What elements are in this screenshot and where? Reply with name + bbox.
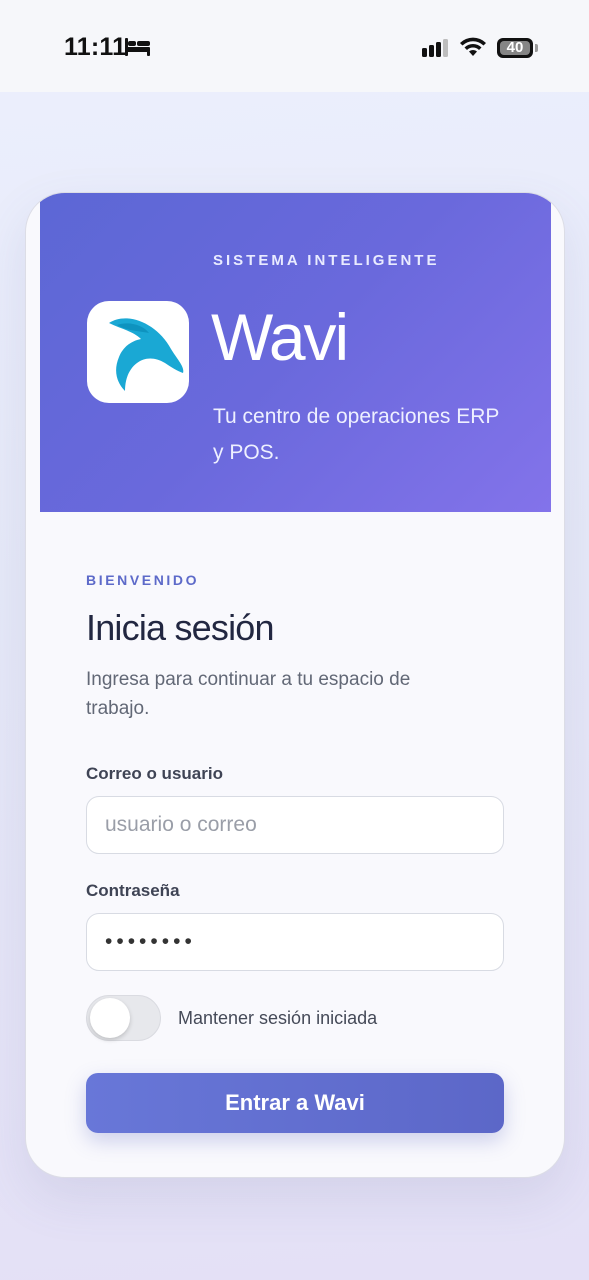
dolphin-logo-icon: [109, 318, 184, 391]
hero-eyebrow: SISTEMA INTELIGENTE: [213, 252, 440, 269]
battery-cap: [535, 44, 538, 52]
remember-toggle[interactable]: [86, 995, 161, 1041]
app-logo: [87, 301, 189, 403]
cellular-signal-icon: [422, 39, 448, 57]
welcome-eyebrow: BIENVENIDO: [86, 572, 200, 588]
hero-banner: SISTEMA INTELIGENTE Wavi Tu centro de op…: [40, 193, 551, 512]
bed-icon: [125, 38, 150, 56]
login-description: Ingresa para continuar a tu espacio de t…: [86, 669, 411, 719]
battery-level: 40: [506, 39, 524, 56]
hero-subtitle: Tu centro de operaciones ERP y POS.: [213, 405, 500, 464]
toggle-knob: [90, 998, 130, 1038]
login-card: SISTEMA INTELIGENTE Wavi Tu centro de op…: [25, 192, 565, 1178]
app-name: Wavi: [211, 300, 349, 374]
submit-button[interactable]: Entrar a Wavi: [86, 1073, 504, 1133]
password-field-label: Contraseña: [86, 881, 180, 900]
status-time: 11:11: [64, 33, 127, 61]
user-field-label: Correo o usuario: [86, 764, 223, 783]
page-title: Inicia sesión: [86, 607, 275, 648]
remember-label[interactable]: Mantener sesión iniciada: [178, 1008, 377, 1029]
battery-icon: 40: [497, 38, 533, 58]
user-input[interactable]: [86, 796, 504, 854]
password-input[interactable]: [86, 913, 504, 971]
status-bar: 11:11 40: [0, 0, 589, 92]
wifi-icon: [460, 37, 486, 56]
